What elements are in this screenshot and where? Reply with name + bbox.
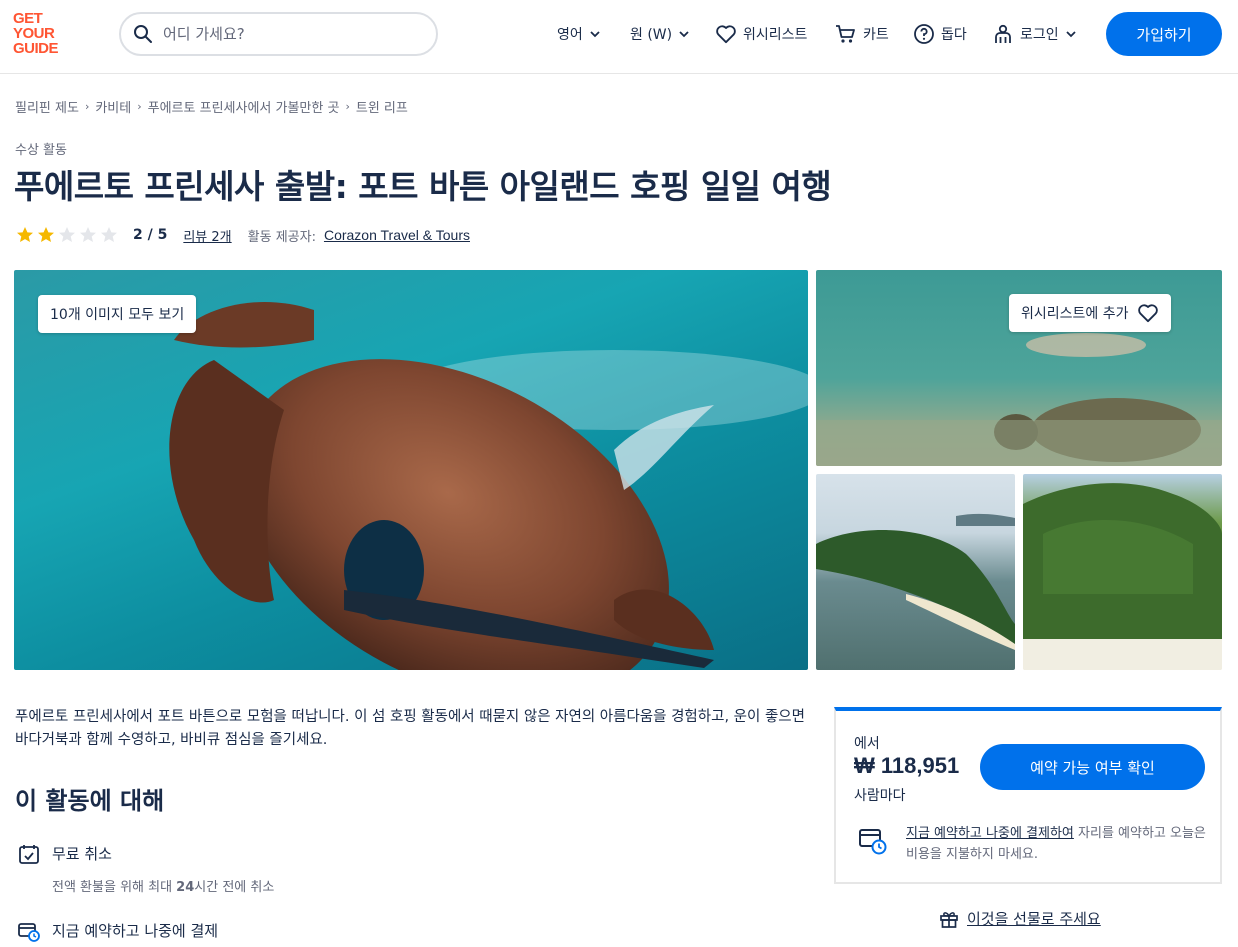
logo-line-3: GUIDE [13,40,59,57]
getyourguide-logo[interactable]: GET YOUR GUIDE [13,11,73,59]
gift-link[interactable]: 이것을 선물로 주세요 [939,908,1101,929]
logo-line-1: GET [13,10,43,27]
feature-title: 지금 예약하고 나중에 결제 [52,922,219,940]
card-clock-icon [18,923,40,942]
star-empty-icon [101,227,117,242]
about-section-title: 이 활동에 대해 [15,787,165,815]
photo-island-aerial[interactable] [816,474,1015,670]
photo-island-beach[interactable] [1023,474,1222,670]
chevron-down-icon [590,31,600,38]
breadcrumb-item-cavite[interactable]: 카비테 [95,97,131,116]
chevron-down-icon [679,31,689,38]
people-icon [995,24,1011,43]
signup-button[interactable]: 가입하기 [1106,12,1222,56]
gift-label: 이것을 선물로 주세요 [967,910,1101,928]
search-bar[interactable] [119,12,438,56]
language-selector[interactable]: 영어 [557,22,601,46]
wishlist-label: 위시리스트 [743,27,808,43]
reviews-link[interactable]: 리뷰 2개 [183,226,231,245]
star-filled-icon [17,227,33,242]
feature-free-cancellation: 무료 취소 전액 환불을 위해 최대 24시간 전에 취소 [18,843,274,895]
currency-label: 원 (W) [630,27,673,43]
feature-subtitle: 전액 환불을 위해 최대 24시간 전에 취소 [52,876,274,895]
view-all-images-button[interactable]: 10개 이미지 모두 보기 [38,295,197,333]
activity-category: 수상 활동 [15,143,67,158]
add-to-wishlist-button[interactable]: 위시리스트에 추가 [1009,294,1171,332]
rating-row: 2 / 5 리뷰 2개 활동 제공자: Corazon Travel & Tou… [15,225,470,245]
price-per-person: 사람마다 [854,788,906,804]
feature-subtitle-pre: 전액 환불을 위해 최대 [52,880,177,895]
breadcrumb-item-puerto-princesa[interactable]: 푸에르토 프린세사에서 가볼만한 곳 [148,97,340,116]
provider-link[interactable]: Corazon Travel & Tours [324,227,470,243]
feature-title: 무료 취소 [52,845,112,863]
cart-label: 카트 [863,27,889,43]
star-empty-icon [80,227,96,242]
check-availability-button[interactable]: 예약 가능 여부 확인 [980,744,1205,790]
wishlist-link[interactable]: 위시리스트 [715,22,807,46]
breadcrumb: 필리핀 제도 › 카비테 › 푸에르토 프린세사에서 가볼만한 곳 › 트윈 리프 [15,97,408,116]
feature-text: 무료 취소 전액 환불을 위해 최대 24시간 전에 취소 [52,843,274,895]
currency-selector[interactable]: 원 (W) [630,22,690,46]
language-label: 영어 [557,27,583,43]
add-wishlist-label: 위시리스트에 추가 [1021,306,1129,322]
activity-description: 푸에르토 프린세사에서 포트 바튼으로 모험을 떠납니다. 이 섬 호핑 활동에… [15,709,805,748]
feature-subtitle-post: 시간 전에 취소 [194,880,275,895]
price-from-label: 에서 [854,736,880,752]
top-header: GET YOUR GUIDE 영어 원 (W) 위시리스트 카트 돕다 로그인 … [0,0,1238,74]
reserve-link[interactable]: 지금 예약하고 나중에 결제하여 [906,826,1074,841]
page-title: 푸에르토 프린세사 출발: 포트 바튼 아일랜드 호핑 일일 여행 [14,167,832,206]
login-menu[interactable]: 로그인 [992,22,1077,46]
help-link[interactable]: 돕다 [913,22,967,46]
chevron-down-icon [1066,31,1076,38]
heart-icon [716,25,736,44]
breadcrumb-separator-icon: › [137,100,142,113]
island-beach-scene [1023,483,1222,670]
help-label: 돕다 [941,27,967,43]
logo-line-2: YOUR [13,25,55,42]
reserve-now-pay-later: 지금 예약하고 나중에 결제하여 자리를 예약하고 오늘은 비용을 지불하지 마… [858,823,1208,865]
help-icon [914,24,934,44]
cart-icon [836,25,855,43]
star-filled-icon [38,227,54,242]
breadcrumb-separator-icon: › [345,100,350,113]
cart-link[interactable]: 카트 [835,22,889,46]
booking-card: 에서 ₩ 118,951 사람마다 예약 가능 여부 확인 지금 예약하고 나중… [834,707,1222,884]
star-rating [15,225,119,245]
price-value: ₩ 118,951 [854,753,960,778]
star-empty-icon [59,227,75,242]
calendar-check-icon [19,845,39,864]
breadcrumb-item-twin-reef[interactable]: 트윈 리프 [356,97,408,116]
rating-value: 2 / 5 [133,227,168,243]
heart-icon [1137,304,1158,323]
gift-icon [940,911,958,928]
feature-reserve-pay-later: 지금 예약하고 나중에 결제 [18,920,218,942]
image-gallery: 10개 이미지 모두 보기 위시리스트에 추가 [14,270,1222,670]
breadcrumb-item-philippines[interactable]: 필리핀 제도 [15,97,79,116]
feature-subtitle-hours: 24 [176,880,195,895]
breadcrumb-separator-icon: › [84,100,90,113]
card-clock-icon [859,829,887,855]
provider-label: 활동 제공자: [247,229,316,245]
island-aerial-scene [816,513,1015,650]
reserve-text: 지금 예약하고 나중에 결제하여 자리를 예약하고 오늘은 비용을 지불하지 마… [906,823,1206,865]
login-label: 로그인 [1020,27,1059,43]
search-input[interactable] [163,25,413,43]
view-all-label: 10개 이미지 모두 보기 [50,307,185,323]
search-icon [134,25,152,43]
